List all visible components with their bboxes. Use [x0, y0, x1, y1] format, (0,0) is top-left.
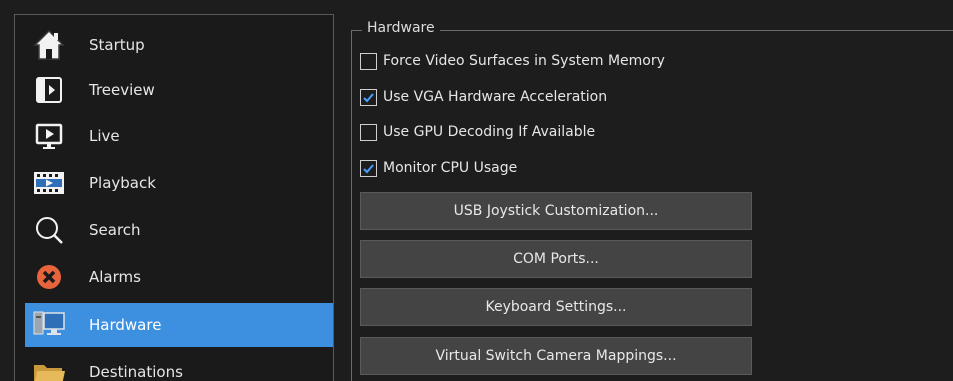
alarm-x-icon [29, 257, 69, 297]
sidebar-item-search[interactable]: Search [25, 208, 333, 252]
checkbox-unchecked[interactable] [360, 52, 377, 70]
sidebar-item-label: Alarms [89, 268, 141, 286]
checkmark-icon [363, 92, 374, 102]
checkbox-label: Monitor CPU Usage [383, 160, 518, 176]
folder-icon [29, 352, 69, 381]
virtual-switch-camera-mappings-button[interactable]: Virtual Switch Camera Mappings... [360, 337, 752, 375]
monitor-cpu-usage-checkbox[interactable]: Monitor CPU Usage [360, 158, 517, 178]
sidebar-item-label: Live [89, 127, 120, 145]
sidebar-item-live[interactable]: Live [25, 114, 333, 158]
checkbox-label: Use GPU Decoding If Available [383, 124, 596, 140]
force-video-surfaces-checkbox[interactable]: Force Video Surfaces in System Memory [360, 51, 665, 71]
settings-category-list[interactable]: Startup Treeview Live Playback Search Al… [14, 14, 334, 381]
house-icon [29, 25, 69, 65]
sidebar-item-playback[interactable]: Playback [25, 161, 333, 205]
sidebar-item-hardware[interactable]: Hardware [25, 303, 333, 347]
checkbox-label: Force Video Surfaces in System Memory [383, 53, 665, 69]
computer-icon [29, 305, 69, 345]
sidebar-item-label: Hardware [89, 316, 162, 334]
sidebar-item-treeview[interactable]: Treeview [25, 68, 333, 112]
group-title: Hardware [362, 20, 440, 36]
vga-hardware-acceleration-checkbox[interactable]: Use VGA Hardware Acceleration [360, 87, 607, 107]
sidebar-item-destinations[interactable]: Destinations [25, 350, 333, 381]
film-strip-icon [29, 163, 69, 203]
checkbox-unchecked[interactable] [360, 123, 377, 141]
checkbox-checked[interactable] [360, 88, 377, 106]
treeview-icon [29, 70, 69, 110]
sidebar-item-label: Playback [89, 174, 156, 192]
keyboard-settings-button[interactable]: Keyboard Settings... [360, 288, 752, 326]
sidebar-item-label: Destinations [89, 363, 183, 381]
sidebar-item-label: Treeview [89, 81, 155, 99]
monitor-play-icon [29, 116, 69, 156]
sidebar-item-alarms[interactable]: Alarms [25, 255, 333, 299]
sidebar-item-startup[interactable]: Startup [25, 23, 333, 67]
sidebar-item-label: Search [89, 221, 141, 239]
gpu-decoding-checkbox[interactable]: Use GPU Decoding If Available [360, 122, 595, 142]
sidebar-item-label: Startup [89, 36, 145, 54]
usb-joystick-customization-button[interactable]: USB Joystick Customization... [360, 192, 752, 230]
checkbox-checked[interactable] [360, 159, 377, 177]
com-ports-button[interactable]: COM Ports... [360, 240, 752, 278]
checkmark-icon [363, 163, 374, 173]
search-icon [29, 210, 69, 250]
checkbox-label: Use VGA Hardware Acceleration [383, 89, 608, 105]
settings-window: Startup Treeview Live Playback Search Al… [0, 0, 953, 381]
